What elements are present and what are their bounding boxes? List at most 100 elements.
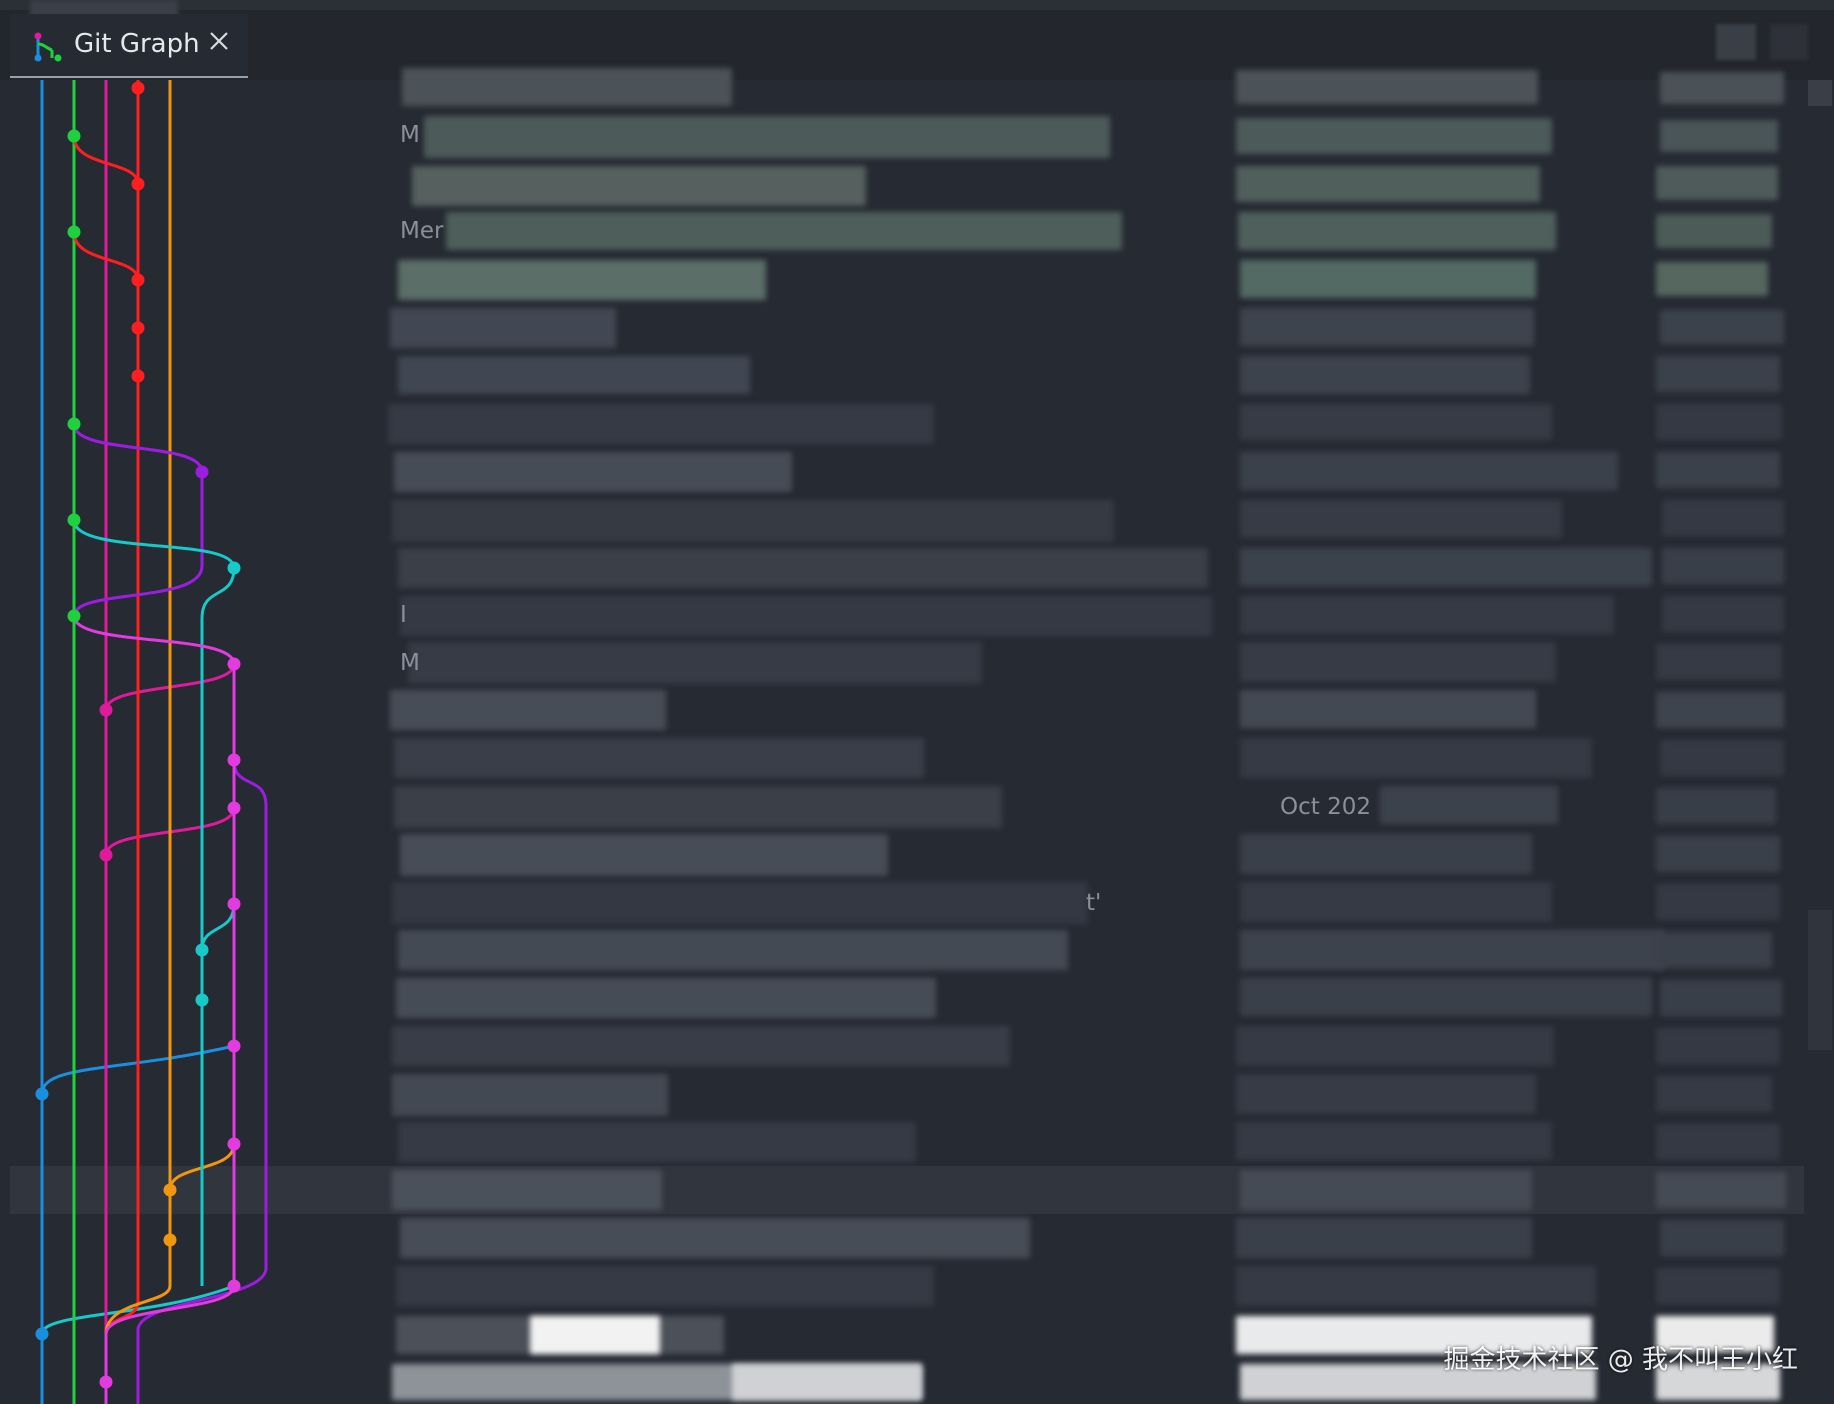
date-cell xyxy=(1236,1218,1532,1258)
author-cell xyxy=(1660,980,1782,1016)
author-cell xyxy=(1656,932,1772,968)
author-cell xyxy=(1656,166,1778,200)
commit-row[interactable] xyxy=(392,500,1114,542)
commit-row[interactable] xyxy=(398,930,1068,970)
commit-row[interactable] xyxy=(400,834,888,876)
tab-git-graph[interactable]: Git Graph xyxy=(10,14,248,78)
commit-row[interactable] xyxy=(398,548,1208,588)
author-cell xyxy=(1656,356,1780,392)
commit-row[interactable] xyxy=(396,978,936,1018)
close-icon[interactable] xyxy=(206,28,232,54)
author-cell xyxy=(1660,72,1784,104)
watermark: 掘金技术社区 @ 我不叫王小红 xyxy=(1443,1345,1798,1375)
date-cell xyxy=(1236,1266,1596,1306)
date-cell xyxy=(1240,596,1614,634)
date-cell xyxy=(1380,786,1558,824)
author-cell xyxy=(1656,788,1776,824)
commit-row[interactable] xyxy=(402,68,732,106)
date-cell xyxy=(1236,118,1552,154)
commit-row[interactable] xyxy=(398,1122,916,1162)
date-cell xyxy=(1240,452,1618,490)
date-cell xyxy=(1240,1170,1532,1210)
author-cell xyxy=(1656,404,1782,440)
date-cell xyxy=(1240,738,1592,778)
commit-row[interactable] xyxy=(394,452,792,492)
commit-row[interactable] xyxy=(396,1266,934,1306)
commit-row[interactable] xyxy=(392,1170,662,1210)
commit-row[interactable] xyxy=(400,1218,1030,1258)
author-cell xyxy=(1662,548,1784,584)
author-cell xyxy=(1656,452,1780,488)
date-cell xyxy=(1240,356,1530,394)
scrollbar-top[interactable] xyxy=(1808,80,1832,106)
date-fragment: Oct 202 xyxy=(1280,794,1371,820)
commit-row[interactable] xyxy=(394,786,1002,828)
commit-row[interactable] xyxy=(398,260,766,300)
author-cell xyxy=(1656,1076,1772,1112)
date-cell xyxy=(1236,70,1538,104)
date-cell xyxy=(1236,166,1540,202)
commit-row[interactable] xyxy=(412,166,866,206)
date-cell xyxy=(1240,690,1536,728)
commit-row[interactable] xyxy=(424,116,1110,158)
commit-row[interactable] xyxy=(392,1074,668,1116)
description-fragment: I xyxy=(400,602,407,628)
date-cell xyxy=(1240,404,1552,440)
commit-row[interactable] xyxy=(408,642,982,684)
commit-graph xyxy=(35,80,268,1404)
description-fragment: M xyxy=(400,650,420,676)
author-cell xyxy=(1656,1268,1780,1304)
tab-title: Git Graph xyxy=(74,29,200,59)
commit-row[interactable] xyxy=(394,738,924,778)
author-cell xyxy=(1656,884,1780,920)
date-cell xyxy=(1240,834,1532,874)
date-cell xyxy=(1236,1026,1554,1066)
date-cell xyxy=(1240,308,1534,346)
author-cell xyxy=(1656,262,1768,296)
author-cell xyxy=(1656,836,1780,872)
commit-row[interactable] xyxy=(446,212,1122,250)
commit-row-highlight xyxy=(732,1364,922,1400)
date-cell xyxy=(1240,548,1652,586)
commit-row[interactable] xyxy=(388,404,934,444)
commit-row[interactable] xyxy=(390,690,666,730)
description-fragment: M xyxy=(400,122,420,148)
commit-row[interactable] xyxy=(390,308,616,348)
date-cell xyxy=(1240,930,1664,970)
author-cell xyxy=(1656,1028,1780,1064)
date-cell xyxy=(1240,642,1556,682)
author-cell xyxy=(1662,500,1784,536)
quote-fragment: t' xyxy=(1086,890,1102,916)
date-cell xyxy=(1240,500,1562,538)
date-cell xyxy=(1236,1122,1552,1160)
author-cell xyxy=(1660,120,1778,152)
toolbar-button-2[interactable] xyxy=(1770,24,1808,60)
scrollbar-thumb[interactable] xyxy=(1808,910,1832,1050)
commit-row[interactable] xyxy=(392,882,1088,924)
title-strip xyxy=(0,0,1834,10)
author-cell xyxy=(1656,214,1772,248)
date-cell xyxy=(1240,260,1536,298)
commit-row-highlight xyxy=(530,1316,660,1354)
tab-strip: Git Graph xyxy=(0,0,1834,80)
commit-row[interactable] xyxy=(398,356,750,394)
toolbar-button-1[interactable] xyxy=(1716,24,1756,60)
date-cell xyxy=(1236,1074,1536,1114)
scrollbar[interactable] xyxy=(1806,80,1834,1404)
author-cell xyxy=(1656,692,1784,728)
commit-row[interactable] xyxy=(392,1026,1010,1066)
author-cell xyxy=(1656,644,1782,680)
description-fragment: Mer xyxy=(400,218,444,244)
author-cell xyxy=(1662,596,1784,632)
date-cell xyxy=(1240,978,1652,1016)
author-cell xyxy=(1660,1220,1784,1256)
date-cell xyxy=(1238,212,1556,250)
git-graph-icon xyxy=(34,32,62,62)
author-cell xyxy=(1656,1124,1780,1160)
author-cell xyxy=(1656,1172,1786,1208)
author-cell xyxy=(1660,740,1784,776)
commit-row[interactable] xyxy=(400,596,1212,636)
author-cell xyxy=(1660,310,1784,344)
git-graph-window: Git Graph M Mer I M t' Oct 202 掘金技术社区 @ … xyxy=(0,0,1834,1404)
date-cell xyxy=(1240,882,1552,922)
